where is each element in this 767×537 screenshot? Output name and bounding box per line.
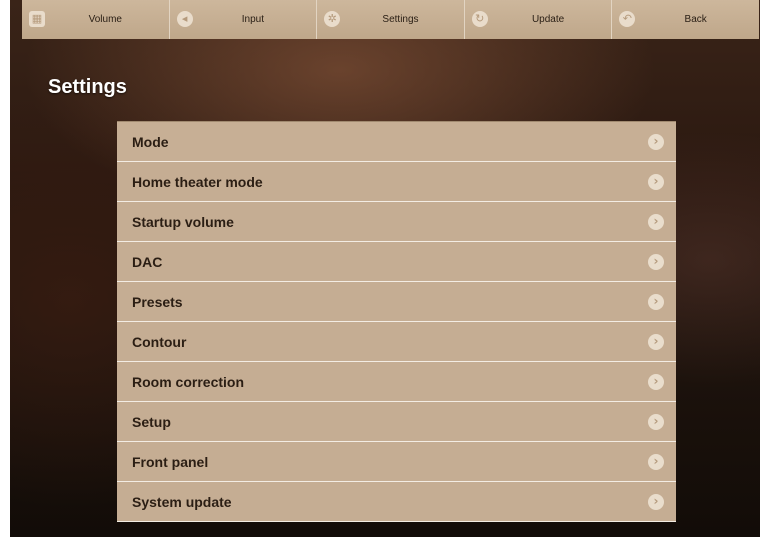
menu-item-system-update[interactable]: System update ›: [117, 482, 676, 522]
page-title: Settings: [48, 76, 127, 98]
chevron-right-icon: ›: [648, 454, 664, 470]
menu-item-setup[interactable]: Setup ›: [117, 402, 676, 442]
back-button[interactable]: ↶ Back: [612, 0, 759, 39]
chevron-right-icon: ›: [648, 214, 664, 230]
menu-item-startup-volume[interactable]: Startup volume ›: [117, 202, 676, 242]
menu-item-room-correction[interactable]: Room correction ›: [117, 362, 676, 402]
speaker-icon: ◂: [176, 11, 193, 27]
chevron-right-icon: ›: [648, 174, 664, 190]
chevron-right-icon: ›: [648, 294, 664, 310]
settings-menu: Mode › Home theater mode › Startup volum…: [117, 121, 676, 522]
menu-item-label: Presets: [132, 294, 183, 310]
menu-item-label: Front panel: [132, 454, 209, 470]
chevron-right-icon: ›: [648, 134, 664, 150]
chevron-right-icon: ›: [648, 334, 664, 350]
menu-item-dac[interactable]: DAC ›: [117, 242, 676, 282]
menu-item-home-theater-mode[interactable]: Home theater mode ›: [117, 162, 676, 202]
menu-item-label: DAC: [132, 254, 163, 270]
input-button[interactable]: ◂ Input: [169, 0, 318, 39]
menu-item-label: Home theater mode: [132, 174, 263, 190]
menu-item-label: Mode: [132, 134, 169, 150]
settings-button[interactable]: ✲ Settings: [317, 0, 465, 39]
menu-item-contour[interactable]: Contour ›: [117, 322, 676, 362]
chevron-right-icon: ›: [648, 414, 664, 430]
menu-item-label: Setup: [132, 414, 171, 430]
menu-item-mode[interactable]: Mode ›: [117, 122, 676, 162]
update-button[interactable]: ↻ Update: [464, 0, 613, 39]
volume-button[interactable]: ▦ Volume: [22, 0, 170, 39]
menu-item-label: Startup volume: [132, 214, 234, 230]
menu-item-front-panel[interactable]: Front panel ›: [117, 442, 676, 482]
chevron-right-icon: ›: [648, 494, 664, 510]
menu-item-label: Contour: [132, 334, 187, 350]
menu-item-label: System update: [132, 494, 232, 510]
refresh-icon: ↻: [471, 11, 488, 27]
grid-icon: ▦: [29, 11, 45, 27]
menu-item-label: Room correction: [132, 374, 245, 390]
chevron-right-icon: ›: [648, 374, 664, 390]
chevron-right-icon: ›: [648, 254, 664, 270]
menu-item-presets[interactable]: Presets ›: [117, 282, 676, 322]
top-navigation-bar: ▦ Volume ◂ Input ✲ Settings ↻ Update ↶ B…: [22, 0, 759, 39]
